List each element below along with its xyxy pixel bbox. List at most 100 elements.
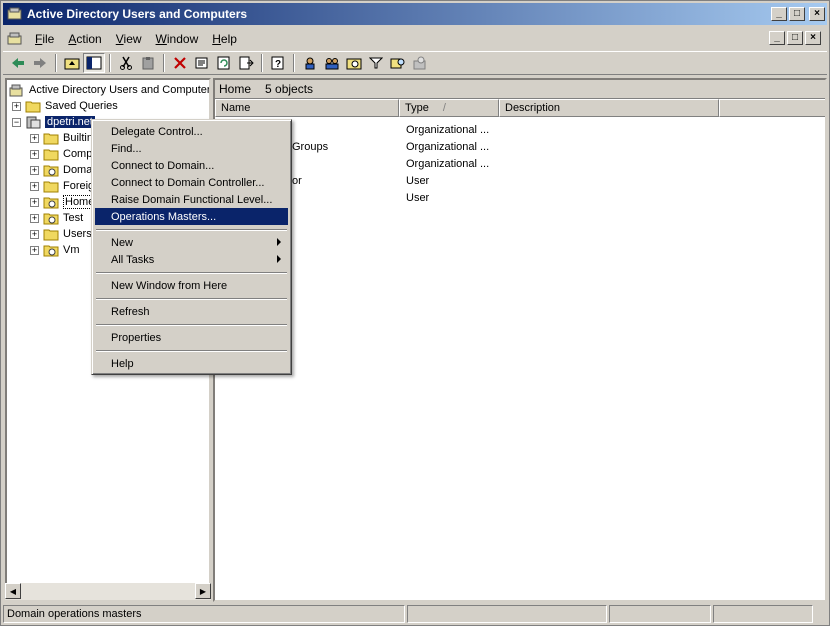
menu-window[interactable]: Window [149,30,206,48]
close-button[interactable]: × [809,7,825,21]
details-pane[interactable]: Home 5 objects Name Type / Description G… [213,78,827,602]
menu-item-raise-functional-level[interactable]: Raise Domain Functional Level... [95,191,288,208]
refresh-icon[interactable] [213,53,235,73]
tree-item-domain[interactable]: − dpetri.net [12,114,95,130]
menu-item-new[interactable]: New [95,234,288,251]
menu-item-all-tasks[interactable]: All Tasks [95,251,288,268]
folder-icon [43,229,59,240]
filter-icon[interactable] [365,53,387,73]
ou-icon [43,165,59,176]
up-one-level-icon[interactable] [61,53,83,73]
menu-view[interactable]: View [109,30,149,48]
title-bar[interactable]: Active Directory Users and Computers _ □… [3,3,827,25]
new-group-icon[interactable] [321,53,343,73]
row-name[interactable]: or [292,172,302,189]
tree-item-users[interactable]: + Users [30,226,92,242]
tree-item-label: Users [63,228,92,240]
menu-item-connect-to-domain[interactable]: Connect to Domain... [95,157,288,174]
child-window-controls: _ □ × [769,31,823,45]
find-icon[interactable] [387,53,409,73]
show-hide-console-tree-icon[interactable] [83,53,105,73]
row-type[interactable]: Organizational ... [406,138,489,155]
tree-root[interactable]: Active Directory Users and Computers [9,82,209,98]
main-window: Active Directory Users and Computers _ □… [0,0,830,626]
tree-item-home[interactable]: + Home [30,194,97,210]
mmc-console-icon[interactable] [6,31,24,47]
minimize-button[interactable]: _ [771,7,787,21]
expand-icon[interactable]: + [30,245,39,255]
menu-item-operations-masters[interactable]: Operations Masters... [95,208,288,225]
scroll-left-icon[interactable]: ◀ [5,583,21,599]
tree-horizontal-scrollbar[interactable]: ◀ ▶ [5,583,211,600]
new-ou-icon[interactable] [343,53,365,73]
column-header-filler [719,99,825,117]
status-text: Domain operations masters [3,605,405,623]
expand-icon[interactable]: + [30,213,39,223]
expand-icon[interactable]: + [30,149,39,159]
menu-help[interactable]: Help [205,30,244,48]
child-minimize-button[interactable]: _ [769,31,785,45]
expand-icon[interactable]: + [30,181,39,191]
collapse-icon[interactable]: − [12,117,21,127]
expand-icon[interactable]: + [12,101,21,111]
toolbar-separator [261,54,263,72]
expand-icon[interactable]: + [30,165,39,175]
folder-icon [25,101,41,112]
row-name[interactable]: Groups [292,138,328,155]
row-type[interactable]: Organizational ... [406,121,489,138]
menu-bar: File Action View Window Help _ □ × [3,28,827,50]
menu-item-delegate-control[interactable]: Delegate Control... [95,123,288,140]
column-header-name[interactable]: Name [215,99,399,117]
toolbar-separator [109,54,111,72]
help-icon[interactable]: ? [267,53,289,73]
cut-icon[interactable] [115,53,137,73]
tree-item-test[interactable]: + Test [30,210,83,226]
folder-icon [43,133,59,144]
column-header-description[interactable]: Description [499,99,719,117]
menu-item-find[interactable]: Find... [95,140,288,157]
expand-icon[interactable]: + [30,133,39,143]
menu-item-help[interactable]: Help [95,355,288,372]
menu-item-refresh[interactable]: Refresh [95,303,288,320]
row-type[interactable]: Organizational ... [406,155,489,172]
expand-icon[interactable]: + [30,229,39,239]
toolbar-separator [55,54,57,72]
sort-indicator-icon: / [442,102,446,114]
menu-separator [96,272,287,274]
row-type[interactable]: User [406,189,429,206]
menu-separator [96,298,287,300]
submenu-arrow-icon [277,255,281,263]
paste-icon[interactable] [137,53,159,73]
maximize-button[interactable]: □ [789,7,805,21]
menu-item-connect-to-dc[interactable]: Connect to Domain Controller... [95,174,288,191]
folder-icon [43,149,59,160]
export-list-icon[interactable] [235,53,257,73]
menu-file[interactable]: File [28,30,61,48]
delete-icon[interactable] [169,53,191,73]
back-icon[interactable] [7,53,29,73]
expand-icon[interactable]: + [30,197,39,207]
toolbar: ? [3,51,827,75]
column-header-type[interactable]: Type / [399,99,499,117]
add-to-group-icon[interactable] [409,53,431,73]
tree-item-label: Builtin [63,132,93,144]
status-panel [713,605,813,623]
forward-icon[interactable] [29,53,51,73]
child-close-button[interactable]: × [805,31,821,45]
tree-item-vm[interactable]: + Vm [30,242,80,258]
menu-item-new-window[interactable]: New Window from Here [95,277,288,294]
tree-item-label: Vm [63,244,80,256]
child-restore-button[interactable]: □ [787,31,803,45]
new-user-icon[interactable] [299,53,321,73]
menu-item-properties[interactable]: Properties [95,329,288,346]
row-type[interactable]: User [406,172,429,189]
status-bar: Domain operations masters [3,605,827,623]
object-count: 5 objects [265,82,314,96]
properties-icon[interactable] [191,53,213,73]
tree-item-builtin[interactable]: + Builtin [30,130,93,146]
scroll-right-icon[interactable]: ▶ [195,583,211,599]
menu-action[interactable]: Action [61,30,108,48]
tree-item-saved-queries[interactable]: + Saved Queries [12,98,118,114]
ou-icon [43,197,59,208]
current-location: Home [219,82,252,96]
